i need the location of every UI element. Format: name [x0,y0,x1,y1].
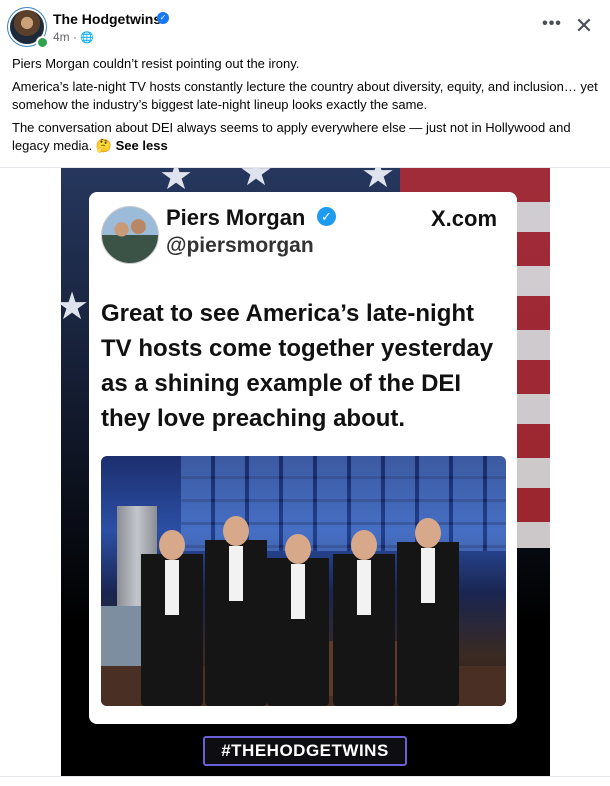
post-time-text[interactable]: 4m [53,30,70,44]
post-image[interactable]: ★ ★ ★ ★ Piers Morgan ✓ @piersmorgan X.co… [61,168,550,776]
post-paragraph-text: The conversation about DEI always seems … [12,120,571,153]
online-status-dot [36,36,49,49]
hosts-photo [101,456,506,706]
post-paragraph: The conversation about DEI always seems … [12,119,602,155]
tweet-author-name: Piers Morgan [166,205,306,230]
more-options-icon[interactable]: ••• [540,14,564,38]
person-figure [267,534,329,706]
flag-star-icon: ★ [239,168,274,194]
divider [0,776,610,777]
post-header: The Hodgetwins ✓ 4m · 🌐 ••• ✕ [0,0,610,50]
verified-badge-icon: ✓ [157,12,169,24]
author-name[interactable]: The Hodgetwins [53,11,161,27]
tweet-site-label: X.com [431,206,498,231]
tweet-card: Piers Morgan ✓ @piersmorgan X.com Great … [89,192,517,724]
tweet-verified-icon: ✓ [317,207,336,226]
see-less-link[interactable]: See less [116,138,168,153]
close-icon[interactable]: ✕ [572,14,596,38]
person-figure [333,530,395,706]
flag-star-icon: ★ [61,286,90,328]
post-text: Piers Morgan couldn’t resist pointing ou… [12,55,602,160]
person-figure [397,518,459,706]
tweet-author-handle: @piersmorgan [166,234,314,257]
person-figure [205,516,267,706]
globe-icon[interactable]: 🌐 [80,31,94,44]
tweet-quote: Great to see America’s late-night TV hos… [101,300,494,432]
flag-star-icon: ★ [361,168,396,196]
post-paragraph: America’s late-night TV hosts constantly… [12,79,598,112]
tweet-author-avatar [101,206,159,264]
post-timestamp[interactable]: 4m · [53,30,77,44]
post-paragraph: Piers Morgan couldn’t resist pointing ou… [12,56,300,71]
person-figure [141,530,203,706]
hashtag-banner: #THEHODGETWINS [203,736,407,766]
